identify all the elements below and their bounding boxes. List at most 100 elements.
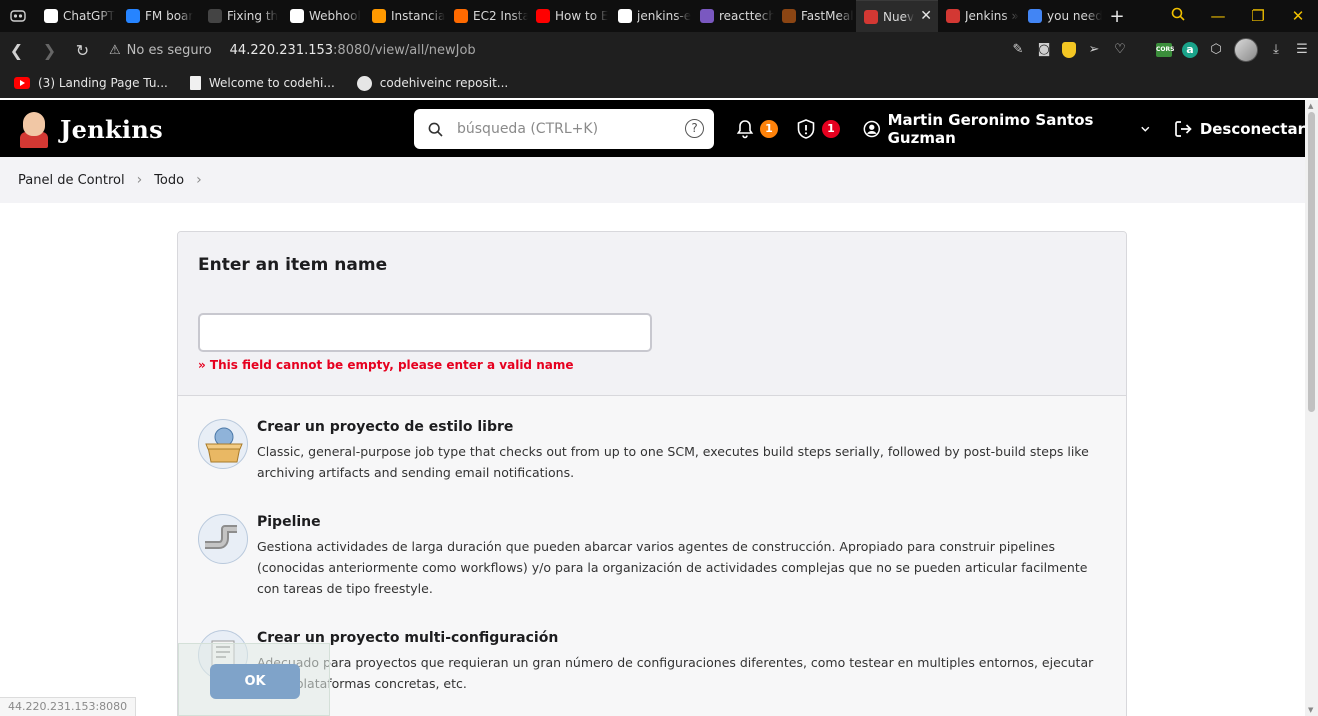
close-window-button[interactable]: ✕	[1278, 7, 1318, 25]
chevron-right-icon[interactable]: ›	[196, 172, 202, 188]
url-field[interactable]: 44.220.231.153:8080/view/all/newJob	[230, 43, 476, 58]
item-type-title: Crear un proyecto de estilo libre	[257, 419, 514, 435]
minimize-button[interactable]: —	[1198, 7, 1238, 25]
url-path: :8080/view/all/newJob	[333, 42, 476, 58]
browser-tab[interactable]: Instancia	[364, 0, 446, 32]
item-name-input[interactable]	[198, 313, 652, 352]
profile-avatar[interactable]	[1234, 38, 1258, 62]
document-icon	[189, 76, 201, 90]
page-scrollbar[interactable]: ▲ ▼	[1305, 100, 1318, 716]
user-icon	[863, 120, 881, 137]
notifications-button[interactable]: 1	[735, 119, 778, 139]
scroll-down-arrow-icon[interactable]: ▼	[1308, 706, 1313, 714]
search-input[interactable]	[457, 121, 667, 137]
scrollbar-thumb[interactable]	[1308, 112, 1315, 412]
warning-triangle-icon: ⚠	[109, 42, 121, 58]
browser-tab[interactable]: FastMeal	[774, 0, 856, 32]
user-menu[interactable]: Martin Geronimo Santos Guzman	[863, 111, 1151, 147]
shield-warning-icon	[797, 118, 815, 139]
cube-extension-icon[interactable]: ⬡	[1208, 42, 1224, 58]
chevron-down-icon	[1141, 126, 1150, 132]
ok-button[interactable]: OK	[210, 664, 300, 699]
bookmark-item[interactable]: Welcome to codehi...	[189, 76, 335, 90]
security-badge: 1	[822, 119, 840, 138]
browser-tab[interactable]: Nuev ✕	[856, 0, 938, 32]
bookmarks-bar: (3) Landing Page Tu... Welcome to codehi…	[0, 68, 1318, 98]
breadcrumb-dashboard[interactable]: Panel de Control	[18, 173, 125, 188]
browser-tab[interactable]: FM boar	[118, 0, 200, 32]
tab-label: Jenkins »	[965, 9, 1019, 23]
logout-button[interactable]: Desconectar	[1173, 119, 1305, 139]
browser-tab[interactable]: you need	[1020, 0, 1102, 32]
search-tabs-icon[interactable]	[1158, 7, 1198, 25]
item-type-description: Gestiona actividades de larga duración q…	[257, 539, 1088, 596]
browser-tab-bar: ChatGPT FM boar Fixing th Webhool Instancia E…	[0, 0, 1318, 32]
tab-label: Nuev	[883, 9, 915, 24]
chatgpt-icon	[44, 9, 58, 23]
send-icon[interactable]: ➢	[1086, 42, 1102, 58]
adblock-shield-icon[interactable]	[1062, 42, 1076, 58]
browser-tab[interactable]: reacttech	[692, 0, 774, 32]
scroll-up-arrow-icon[interactable]: ▲	[1308, 102, 1313, 110]
cors-extension-icon[interactable]: CORS	[1156, 43, 1174, 57]
tab-label: FastMeal	[801, 9, 854, 23]
user-name: Martin Geronimo Santos Guzman	[887, 110, 1094, 147]
menu-icon[interactable]: ☰	[1294, 42, 1310, 58]
security-warnings-button[interactable]: 1	[795, 118, 840, 140]
bookmark-item[interactable]: codehiveinc reposit...	[356, 75, 508, 91]
url-host: 44.220.231.153	[229, 42, 334, 58]
tab-label: reacttech	[719, 9, 774, 23]
browser-tab[interactable]: ChatGPT	[36, 0, 118, 32]
search-box: ?	[414, 109, 714, 149]
browser-tab[interactable]: Jenkins »	[938, 0, 1020, 32]
jenkins-header: Jenkins ? 1 1 Martin Geronimo Santos Guz…	[0, 100, 1305, 157]
freestyle-box-icon	[198, 419, 248, 469]
ec2-icon	[454, 9, 468, 23]
jenkins-icon	[946, 9, 960, 23]
a-extension-icon[interactable]: a	[1182, 42, 1198, 58]
security-warning[interactable]: ⚠ No es seguro	[109, 43, 212, 58]
edit-share-icon[interactable]: ✎	[1010, 42, 1026, 58]
browser-tab[interactable]: jenkins-e	[610, 0, 692, 32]
back-button[interactable]: ❮	[0, 41, 33, 60]
tab-label: ChatGPT	[63, 9, 115, 23]
status-url-tooltip: 44.220.231.153:8080	[0, 697, 137, 716]
browser-tab[interactable]: Webhool	[282, 0, 364, 32]
restore-button[interactable]: ❐	[1238, 7, 1278, 25]
close-tab-icon[interactable]: ✕	[920, 9, 932, 23]
browser-tab[interactable]: EC2 Insta	[446, 0, 528, 32]
item-type-description: Classic, general-purpose job type that c…	[257, 444, 1089, 480]
tab-label: EC2 Insta	[473, 9, 528, 23]
breadcrumb: Panel de Control › Todo ›	[0, 157, 1305, 203]
jenkins-icon	[864, 9, 878, 24]
notifications-badge: 1	[760, 119, 778, 138]
validation-error: » This field cannot be empty, please ent…	[198, 358, 574, 372]
tab-label: Webhool	[309, 9, 361, 23]
google-icon	[1028, 9, 1042, 23]
help-icon[interactable]: ?	[685, 119, 704, 138]
forward-button[interactable]: ❯	[33, 41, 66, 60]
ok-bar: OK	[178, 643, 330, 716]
camera-icon[interactable]: ◙	[1036, 42, 1052, 58]
search-icon	[428, 122, 443, 137]
github-icon	[290, 9, 304, 23]
jenkins-home-link[interactable]: Jenkins	[18, 110, 163, 148]
heart-icon[interactable]: ♡	[1112, 42, 1128, 58]
github-icon	[356, 75, 372, 91]
tab-label: How to E	[555, 9, 609, 23]
tab-actions-icon[interactable]	[0, 0, 36, 32]
browser-tab[interactable]: How to E	[528, 0, 610, 32]
item-type-description: Adecuado para proyectos que requieran un…	[257, 655, 1094, 691]
reload-button[interactable]: ↻	[66, 41, 99, 60]
item-type-title: Pipeline	[257, 514, 321, 530]
breadcrumb-all[interactable]: Todo	[154, 173, 184, 188]
browser-tab[interactable]: Fixing th	[200, 0, 282, 32]
download-icon[interactable]: ⤓	[1268, 42, 1284, 58]
tab-label: Fixing th	[227, 9, 279, 23]
chevron-right-icon: ›	[136, 172, 143, 188]
bookmark-item[interactable]: (3) Landing Page Tu...	[14, 76, 168, 90]
new-tab-button[interactable]: +	[1102, 0, 1132, 32]
sa-icon	[208, 9, 222, 23]
fastmeal-icon	[782, 9, 796, 23]
pipeline-pipe-icon	[198, 514, 248, 564]
